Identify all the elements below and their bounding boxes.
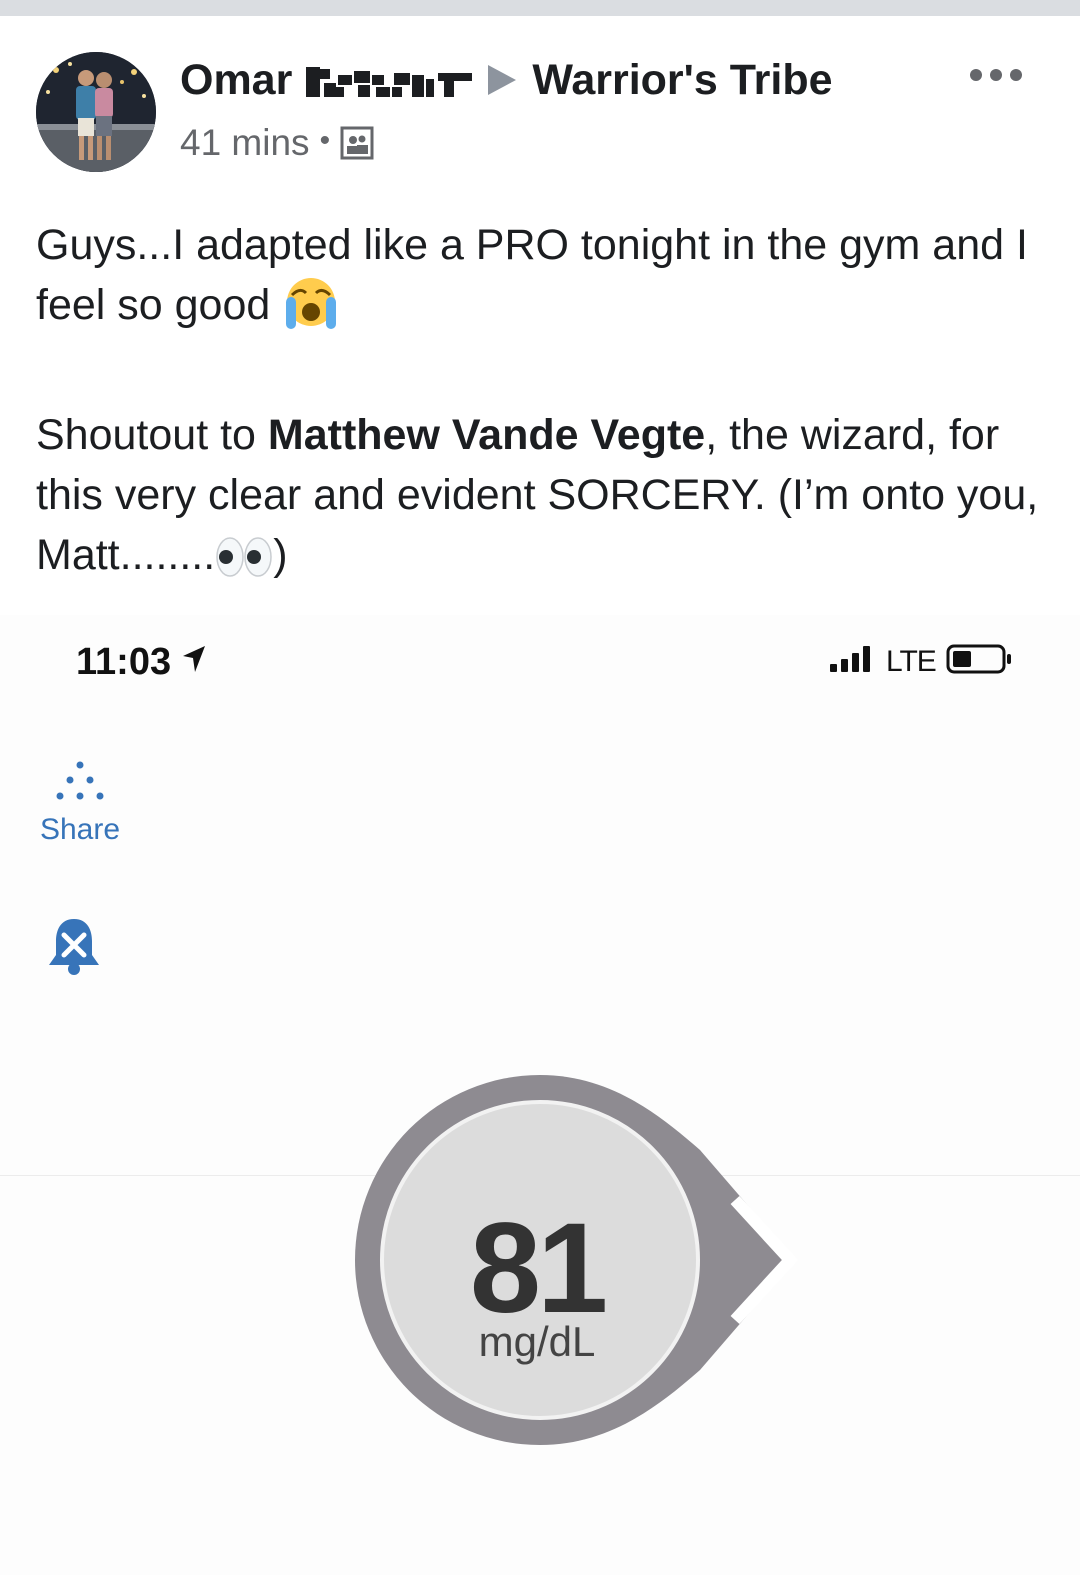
meta-separator: •	[319, 124, 331, 157]
group-photo-icon[interactable]	[340, 126, 374, 160]
alert-bell-icon	[49, 919, 99, 975]
battery-icon	[946, 643, 1014, 680]
share-dots-icon	[56, 761, 104, 800]
status-bar-time: 11:03	[76, 641, 207, 684]
post-header: Omar Warrior's Tribe	[180, 52, 833, 108]
post-paragraph-1: Guys...I adapted like a PRO tonight in t…	[36, 215, 1046, 345]
more-horizontal-icon[interactable]	[968, 62, 1024, 88]
post-paragraph-2: Shoutout to Matthew Vande Vegte, the wiz…	[36, 405, 1046, 595]
share-label: Share	[39, 813, 121, 846]
attached-screenshot[interactable]: 11:03 LTE Share 81 mg/dL	[0, 615, 1080, 1575]
post-meta: 41 mins •	[180, 120, 374, 166]
top-divider	[0, 0, 1080, 16]
cell-signal-icon	[828, 644, 878, 679]
timestamp[interactable]: 41 mins	[180, 122, 310, 164]
post-body: Guys...I adapted like a PRO tonight in t…	[36, 215, 1046, 595]
loudly-crying-face-emoji	[282, 275, 340, 345]
location-arrow-icon	[181, 641, 207, 684]
network-type: LTE	[886, 644, 937, 678]
group-arrow-icon	[486, 63, 518, 102]
share-button[interactable]: Share	[30, 760, 130, 847]
author-avatar[interactable]	[36, 52, 156, 172]
redacted-surname	[306, 65, 474, 99]
status-bar-right: LTE	[828, 643, 1014, 680]
mention-link[interactable]: Matthew Vande Vegte	[268, 411, 705, 459]
alert-bell-button[interactable]	[46, 915, 102, 982]
author-name[interactable]: Omar	[180, 56, 292, 105]
eyes-emoji	[215, 535, 273, 595]
group-name[interactable]: Warrior's Tribe	[532, 56, 832, 105]
glucose-unit: mg/dL	[478, 1318, 596, 1365]
